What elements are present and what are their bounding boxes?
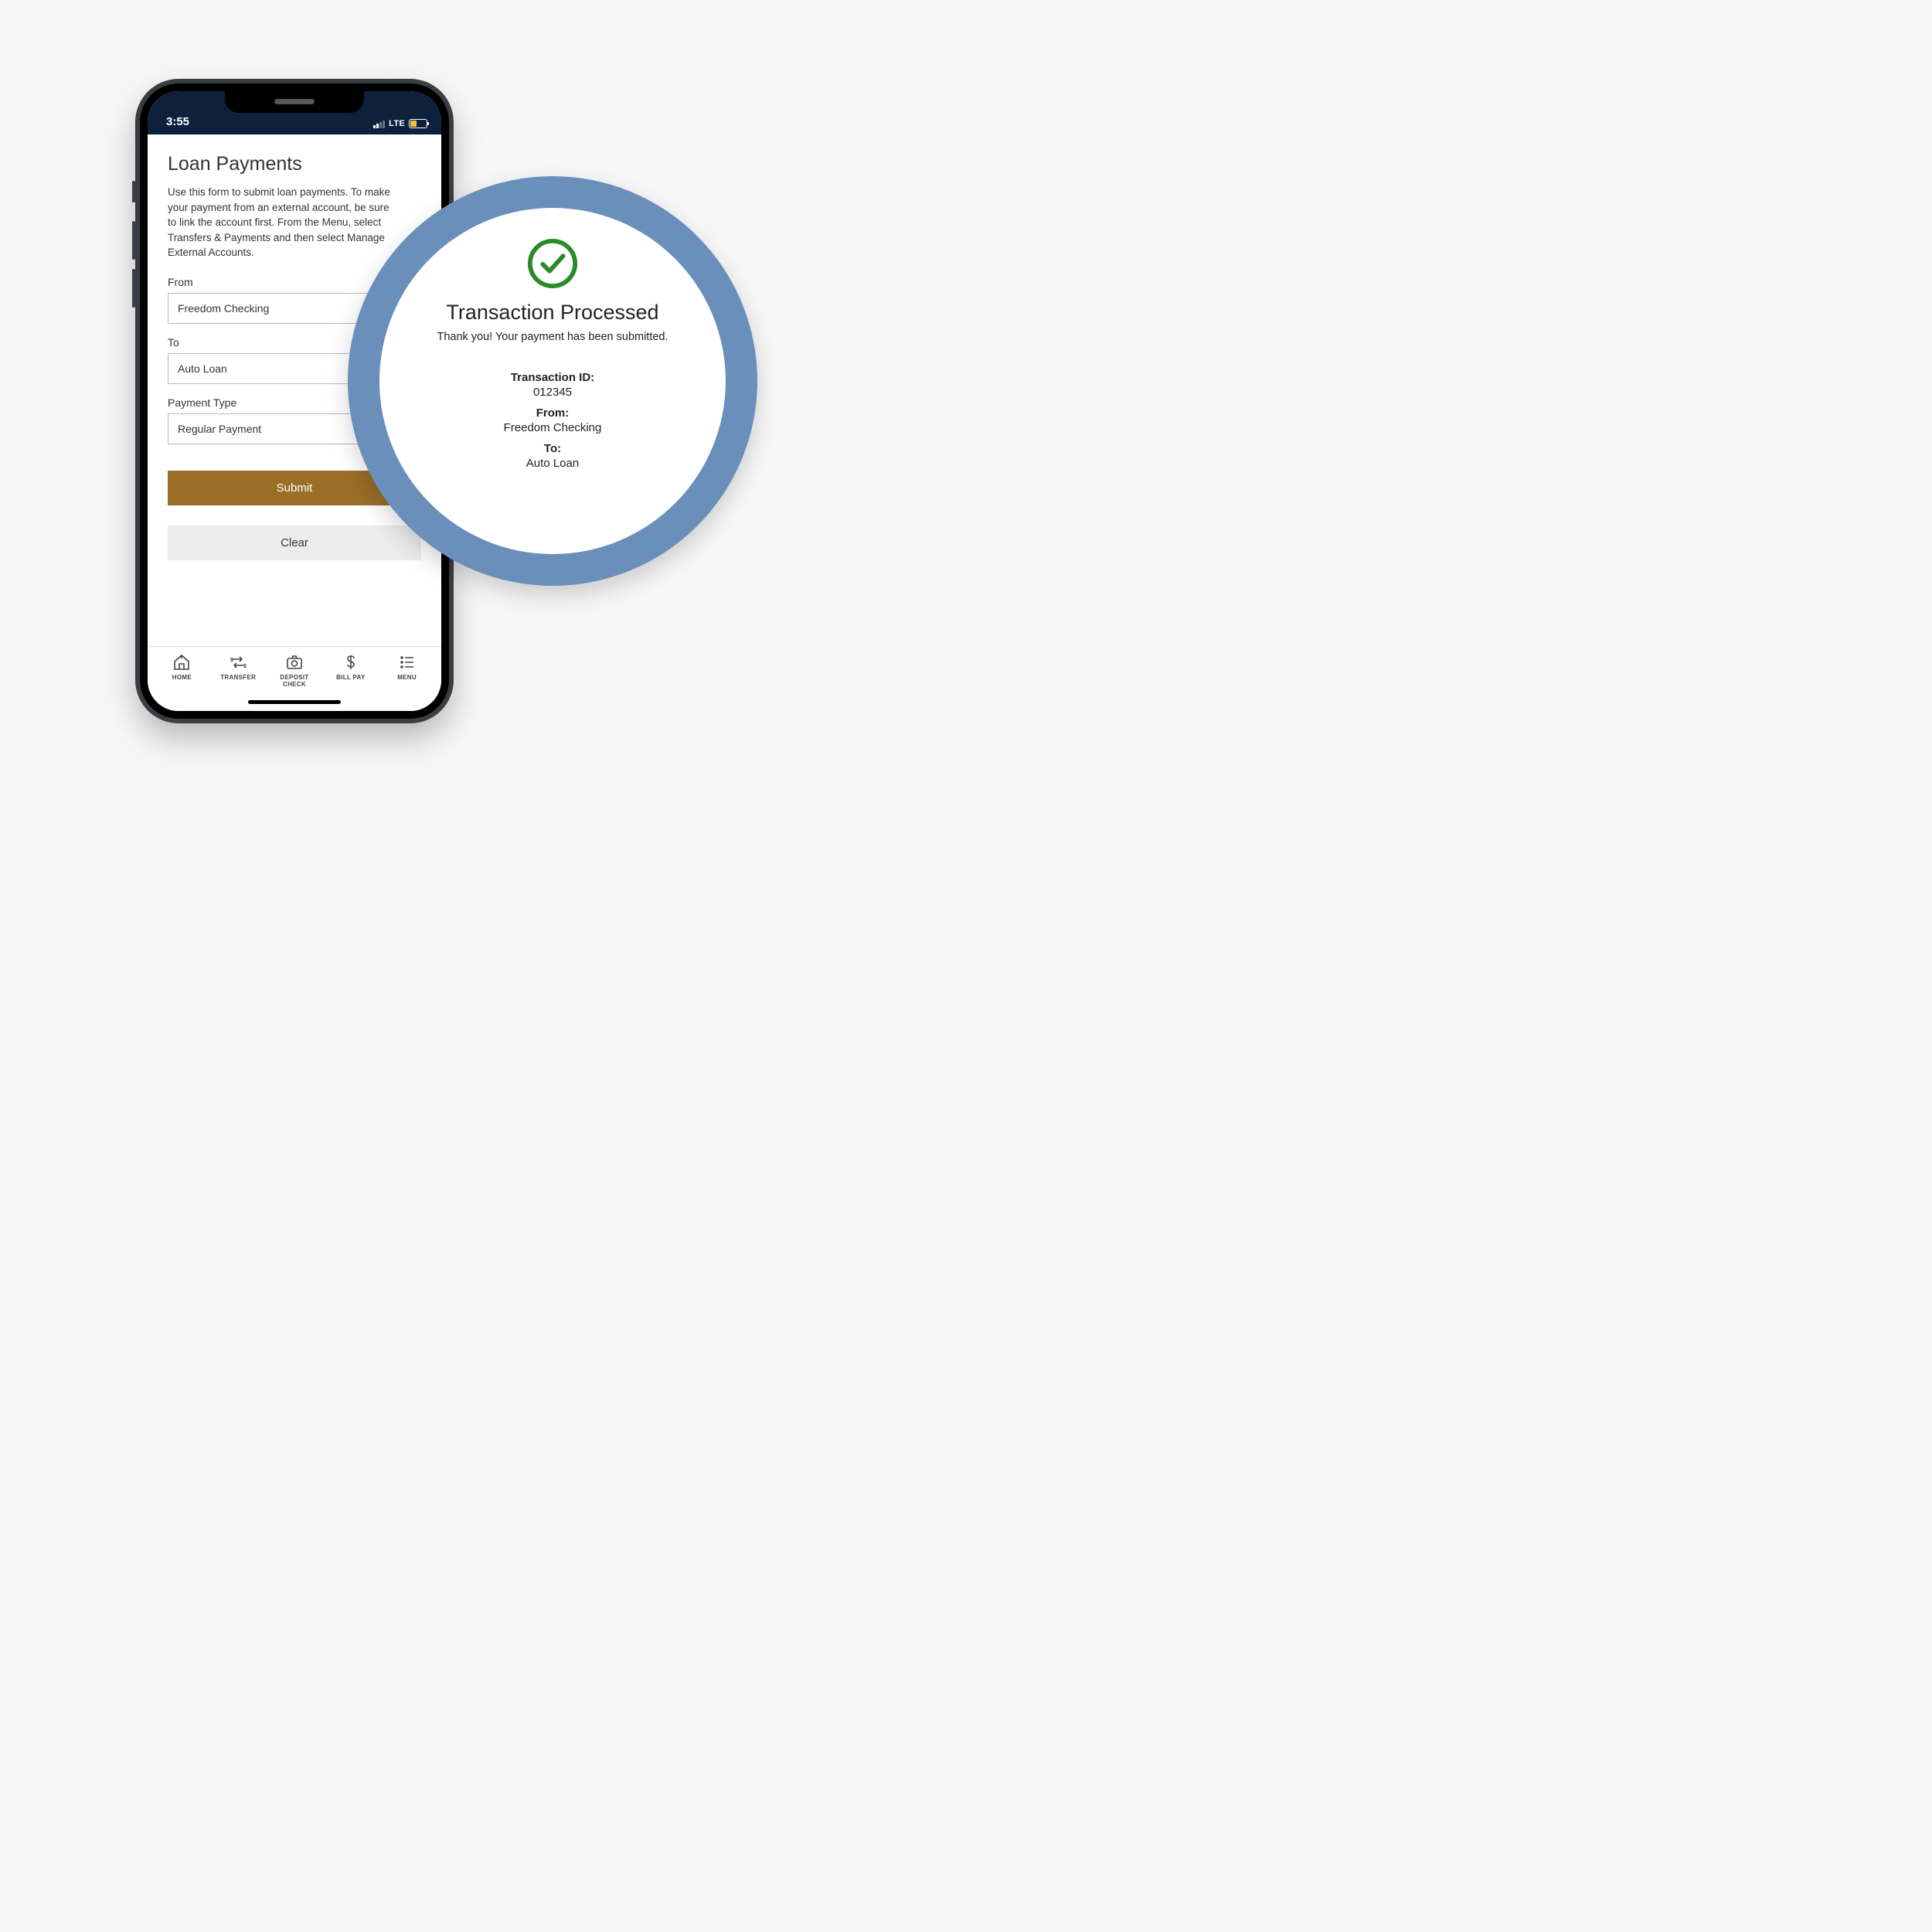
svg-text:$: $ [243, 664, 247, 669]
volume-down-button [132, 269, 135, 308]
tab-transfer-label: TRANSFER [220, 674, 256, 681]
status-time: 3:55 [166, 115, 189, 128]
success-check-icon [526, 237, 579, 290]
confirmation-from-value: Freedom Checking [504, 421, 602, 434]
confirmation-title: Transaction Processed [446, 301, 658, 325]
confirmation-to-label: To: [544, 442, 561, 455]
tab-deposit-label: DEPOSIT CHECK [270, 674, 319, 688]
battery-icon [409, 119, 427, 128]
menu-icon [398, 653, 417, 672]
tab-bar: HOME $ $ TRANSFER DEPOSIT CHECK [148, 646, 441, 692]
tab-menu[interactable]: MENU [383, 653, 432, 688]
transaction-id-value: 012345 [533, 386, 572, 399]
tab-menu-label: MENU [397, 674, 417, 681]
tab-bill-pay[interactable]: BILL PAY [326, 653, 376, 688]
volume-up-button [132, 221, 135, 260]
svg-text:$: $ [230, 658, 233, 663]
home-indicator [148, 692, 441, 711]
tab-transfer[interactable]: $ $ TRANSFER [213, 653, 263, 688]
transaction-id-label: Transaction ID: [511, 371, 594, 384]
dollar-icon [342, 653, 360, 672]
confirmation-from-label: From: [536, 406, 570, 420]
tab-billpay-label: BILL PAY [336, 674, 365, 681]
confirmation-subtitle: Thank you! Your payment has been submitt… [437, 331, 668, 343]
tab-home[interactable]: HOME [157, 653, 206, 688]
transfer-icon: $ $ [229, 653, 247, 672]
page-title: Loan Payments [168, 153, 421, 175]
camera-icon [285, 653, 304, 672]
confirmation-to-value: Auto Loan [526, 457, 579, 470]
clear-button[interactable]: Clear [168, 526, 421, 560]
page-description: Use this form to submit loan payments. T… [168, 185, 400, 260]
mute-switch [132, 181, 135, 202]
tab-home-label: HOME [172, 674, 192, 681]
phone-notch [225, 91, 364, 113]
tab-deposit-check[interactable]: DEPOSIT CHECK [270, 653, 319, 688]
network-label: LTE [389, 119, 405, 128]
home-icon [172, 653, 191, 672]
confirmation-callout: Transaction Processed Thank you! Your pa… [348, 176, 757, 586]
signal-icon [373, 120, 385, 128]
